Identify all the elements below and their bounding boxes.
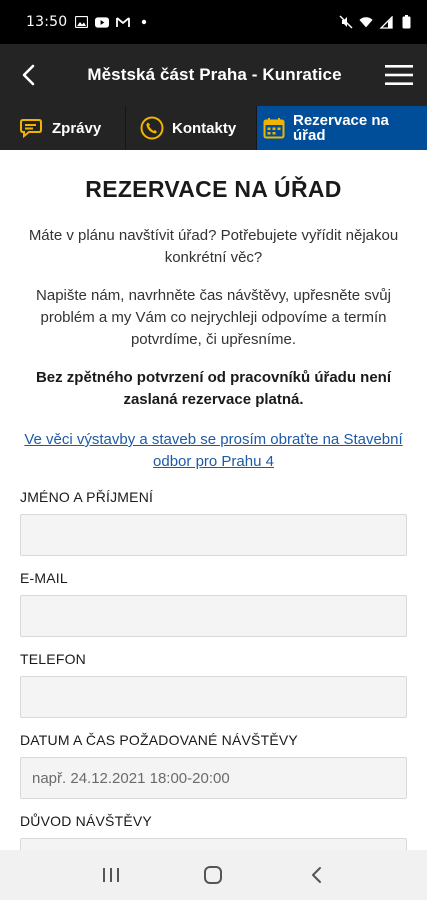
battery-icon: [399, 15, 413, 29]
image-icon: [74, 15, 88, 29]
email-input[interactable]: [20, 595, 407, 637]
status-left: 13:50: [26, 14, 151, 30]
back-icon: [311, 867, 321, 883]
reason-textarea[interactable]: [20, 838, 407, 850]
status-bar: 13:50: [0, 0, 427, 44]
tab-kontakty[interactable]: Kontakty: [126, 106, 257, 150]
tab-zpravy[interactable]: Zprávy: [0, 106, 126, 150]
building-dept-link[interactable]: Ve věci výstavby a staveb se prosím obra…: [20, 429, 407, 473]
mute-icon: [339, 15, 353, 29]
reason-label: DŮVOD NÁVŠTĚVY: [20, 813, 152, 829]
wifi-icon: [359, 15, 373, 29]
youtube-icon: [95, 15, 110, 29]
dot-icon: [137, 15, 151, 29]
datetime-input[interactable]: [20, 757, 407, 799]
menu-button[interactable]: [371, 44, 427, 106]
page-title: REZERVACE NA ÚŘAD: [85, 176, 342, 202]
tab-bar: Zprávy Kontakty Rezervace na úřad: [0, 106, 427, 150]
tab-rezervace[interactable]: Rezervace na úřad: [257, 106, 427, 150]
signal-icon: [379, 15, 393, 29]
hamburger-icon: [385, 65, 413, 85]
name-label: JMÉNO A PŘÍJMENÍ: [20, 489, 154, 505]
recent-apps-button[interactable]: [91, 855, 131, 895]
status-right: [339, 15, 413, 29]
home-icon: [204, 866, 223, 884]
tab-kontakty-label: Kontakty: [172, 119, 237, 137]
calendar-icon: [263, 118, 285, 139]
chat-icon: [20, 119, 42, 139]
name-input[interactable]: [20, 514, 407, 556]
datetime-label: DATUM A ČAS POŽADOVANÉ NÁVŠTĚVY: [20, 732, 298, 748]
tab-rezervace-label: Rezervace na úřad: [293, 112, 389, 144]
phone-input[interactable]: [20, 676, 407, 718]
app-bar: Městská část Praha - Kunratice: [0, 44, 427, 106]
system-back-button[interactable]: [296, 855, 336, 895]
phone-icon: [140, 116, 164, 140]
app-title: Městská část Praha - Kunratice: [87, 65, 342, 84]
recent-apps-icon: [103, 868, 120, 882]
status-time: 13:50: [26, 14, 68, 30]
tab-zpravy-label: Zprávy: [52, 119, 102, 137]
email-label: E-MAIL: [20, 570, 68, 586]
intro-text-2: Napište nám, navrhněte čas návštěvy, upř…: [36, 287, 391, 348]
gmail-icon: [116, 15, 131, 29]
phone-label: TELEFON: [20, 651, 86, 667]
warning-text: Bez zpětného potvrzení od pracovníků úřa…: [35, 369, 392, 408]
intro-text: Máte v plánu navštívit úřad? Potřebujete…: [28, 227, 399, 266]
back-button[interactable]: [0, 44, 56, 106]
home-button[interactable]: [193, 855, 233, 895]
system-nav-bar: [0, 850, 427, 900]
back-arrow-icon: [22, 64, 35, 86]
main-content[interactable]: REZERVACE NA ÚŘAD Máte v plánu navštívit…: [0, 150, 427, 850]
